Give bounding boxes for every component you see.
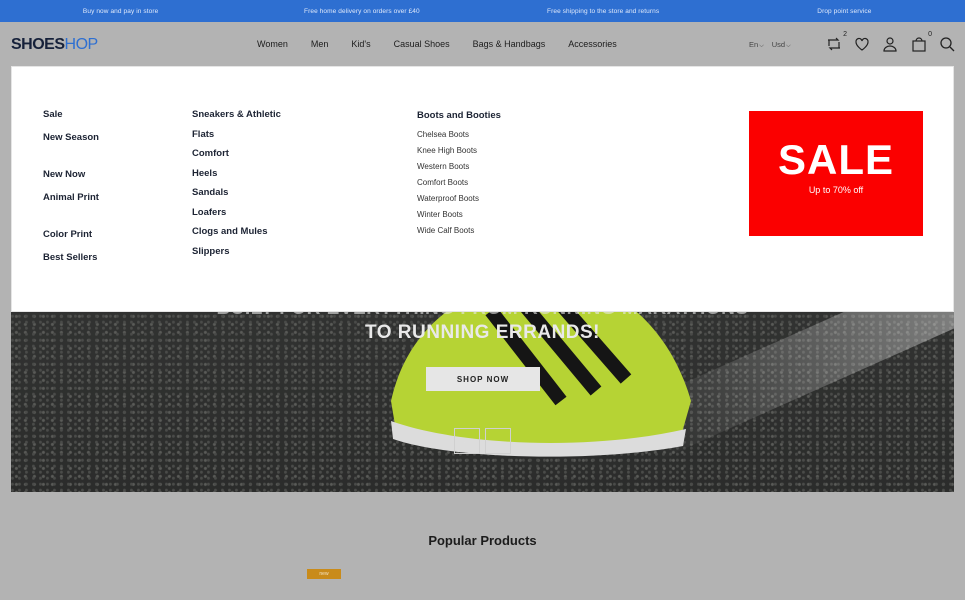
mega-menu-column-2: Sneakers & Athletic Flats Comfort Heels … (192, 110, 281, 266)
slider-next-button[interactable]: → (485, 428, 511, 454)
menu-item-best-sellers[interactable]: Best Sellers (43, 252, 99, 263)
user-icon (883, 37, 897, 52)
compare-icon (828, 37, 840, 51)
promo-item: Buy now and pay in store (82, 7, 159, 15)
menu-item-sandals[interactable]: Sandals (192, 188, 281, 198)
slider-prev-button[interactable]: ← (454, 428, 480, 454)
nav-kids[interactable]: Kid's (351, 39, 370, 49)
menu-item-sale[interactable]: Sale (43, 110, 99, 120)
mega-menu-column-1: Sale New Season New Now Animal Print Col… (43, 110, 99, 262)
logo-part-2: HOP (64, 36, 99, 53)
cart-button[interactable]: 0 (911, 31, 932, 52)
promo-item: Drop point service (817, 7, 872, 15)
menu-item-comfort-boots[interactable]: Comfort Boots (417, 178, 501, 187)
menu-item-loafers[interactable]: Loafers (192, 207, 281, 218)
language-value: En (749, 40, 759, 49)
menu-item-sneakers[interactable]: Sneakers & Athletic (192, 110, 281, 120)
menu-item-comfort[interactable]: Comfort (192, 149, 281, 159)
menu-item-wide-calf-boots[interactable]: Wide Calf Boots (417, 226, 501, 235)
promo-item: Free home delivery on orders over £40 (304, 7, 420, 15)
menu-item-animal-print[interactable]: Animal Print (43, 192, 99, 203)
mega-menu-column-3: Boots and Booties Chelsea Boots Knee Hig… (417, 110, 501, 242)
sale-banner-title: SALE (777, 136, 894, 183)
search-button[interactable] (939, 36, 955, 52)
nav-men[interactable]: Men (311, 39, 329, 49)
menu-heading-boots[interactable]: Boots and Booties (417, 110, 501, 121)
menu-item-chelsea-boots[interactable]: Chelsea Boots (417, 130, 501, 139)
shop-now-button[interactable]: SHOP NOW (426, 367, 540, 391)
currency-select[interactable]: Usd⌵ (772, 40, 791, 50)
arrow-left-icon: ← (461, 434, 473, 448)
popular-products-title: Popular Products (428, 533, 537, 548)
menu-item-color-print[interactable]: Color Print (43, 230, 99, 240)
shopping-bag-icon (912, 37, 926, 52)
compare-count: 2 (843, 31, 847, 38)
currency-value: Usd (771, 40, 786, 49)
language-select[interactable]: En⌵ (749, 40, 764, 50)
mega-menu: Sale New Season New Now Animal Print Col… (11, 66, 954, 312)
menu-item-heels[interactable]: Heels (192, 168, 281, 179)
site-logo[interactable]: SHOESHOP (11, 36, 98, 54)
menu-item-flats[interactable]: Flats (192, 129, 281, 140)
menu-item-waterproof-boots[interactable]: Waterproof Boots (417, 194, 501, 203)
account-button[interactable] (882, 36, 898, 52)
menu-item-knee-high-boots[interactable]: Knee High Boots (417, 146, 501, 155)
site-header: SHOESHOP Women Men Kid's Casual Shoes Ba… (0, 22, 965, 66)
sale-banner-subtitle: Up to 70% off (808, 185, 864, 195)
promo-item: Free shipping to the store and returns (547, 7, 660, 15)
logo-part-1: SHOES (11, 36, 65, 53)
menu-item-winter-boots[interactable]: Winter Boots (417, 210, 501, 219)
wishlist-button[interactable] (854, 36, 870, 52)
menu-item-slippers[interactable]: Slippers (192, 246, 281, 257)
menu-item-new-season[interactable]: New Season (43, 132, 99, 143)
sale-banner[interactable]: SALE Up to 70% off (749, 111, 923, 236)
nav-accessories[interactable]: Accessories (568, 39, 617, 49)
compare-button[interactable]: 2 (826, 31, 847, 52)
locale-selectors: En⌵ Usd⌵ (749, 40, 791, 50)
nav-women[interactable]: Women (257, 39, 288, 49)
arrow-right-icon: → (492, 434, 504, 448)
cart-count: 0 (928, 31, 932, 38)
new-badge: new (307, 569, 341, 579)
heart-icon (855, 37, 869, 51)
chevron-down-icon: ⌵ (786, 43, 791, 49)
promo-bar: Buy now and pay in store Free home deliv… (0, 0, 965, 22)
hero-headline-line-2: TO RUNNING ERRANDS! (364, 322, 601, 343)
menu-item-clogs-mules[interactable]: Clogs and Mules (192, 227, 281, 237)
chevron-down-icon: ⌵ (759, 43, 764, 49)
nav-casual-shoes[interactable]: Casual Shoes (394, 39, 450, 49)
menu-item-new-now[interactable]: New Now (43, 170, 99, 180)
main-nav: Women Men Kid's Casual Shoes Bags & Hand… (257, 39, 640, 49)
menu-item-western-boots[interactable]: Western Boots (417, 162, 501, 171)
nav-bags-handbags[interactable]: Bags & Handbags (473, 39, 546, 49)
search-icon (940, 37, 955, 52)
